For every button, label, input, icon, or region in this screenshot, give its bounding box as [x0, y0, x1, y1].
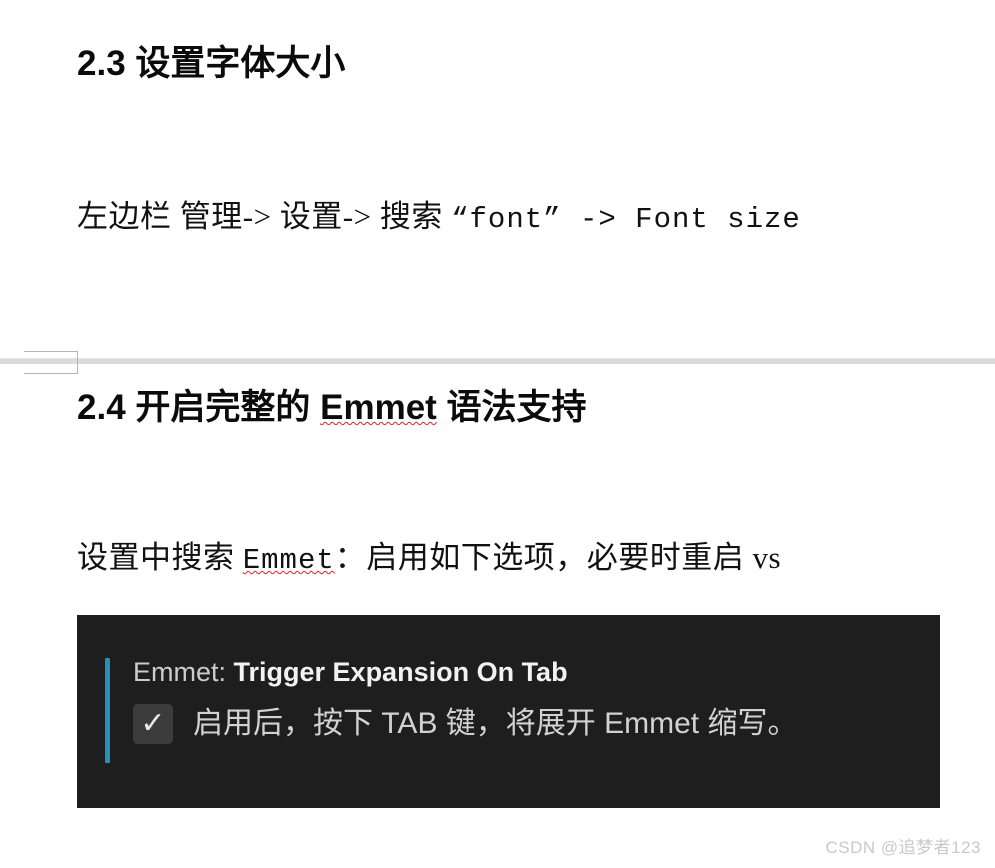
setting-target-text: Font size	[635, 203, 801, 236]
section-heading-2-4: 2.4 开启完整的 Emmet 语法支持	[77, 388, 587, 428]
section-divider	[0, 358, 995, 364]
heading-misspelled-term: Emmet	[320, 388, 437, 427]
article-page: 2.3 设置字体大小 左边栏 管理-> 设置-> 搜索 “font” -> Fo…	[0, 0, 995, 868]
trigger-expansion-checkbox[interactable]: ✓	[133, 703, 173, 744]
heading-prefix-text: 2.4 开启完整的	[77, 388, 321, 427]
setting-title: Emmet: Trigger Expansion On Tab	[133, 657, 923, 688]
section-heading-2-3: 2.3 设置字体大小	[77, 44, 346, 83]
setting-body: Emmet: Trigger Expansion On Tab ✓ 启用后，按下…	[133, 657, 923, 744]
paragraph-lead-text-2: 设置中搜索	[77, 540, 243, 575]
paragraph-lead-text: 左边栏 管理-> 设置-> 搜索	[77, 199, 452, 234]
search-query-text: “font”	[451, 203, 562, 236]
paragraph-misspelled-term: Emmet	[242, 544, 335, 577]
divider-marker-box	[24, 351, 78, 374]
setting-title-key: Trigger Expansion On Tab	[226, 657, 568, 687]
setting-control: ✓ 启用后，按下 TAB 键，将展开 Emmet 缩写。	[133, 703, 923, 744]
heading-suffix-text: 语法支持	[436, 388, 587, 427]
csdn-watermark: CSDN @追梦者123	[825, 838, 981, 857]
setting-description: 启用后，按下 TAB 键，将展开 Emmet 缩写。	[193, 707, 798, 741]
paragraph-tail-text: ：启用如下选项，必要时重启 vs	[334, 540, 782, 575]
setting-modified-accent-bar	[105, 658, 110, 763]
checkmark-icon: ✓	[140, 705, 166, 741]
paragraph-emmet-search: 设置中搜索 Emmet：启用如下选项，必要时重启 vs	[77, 539, 781, 579]
paragraph-font-size-path: 左边栏 管理-> 设置-> 搜索 “font” -> Font size	[77, 198, 801, 238]
setting-title-prefix: Emmet:	[133, 657, 227, 687]
vscode-settings-screenshot: Emmet: Trigger Expansion On Tab ✓ 启用后，按下…	[77, 615, 940, 808]
arrow-separator: ->	[561, 203, 636, 236]
